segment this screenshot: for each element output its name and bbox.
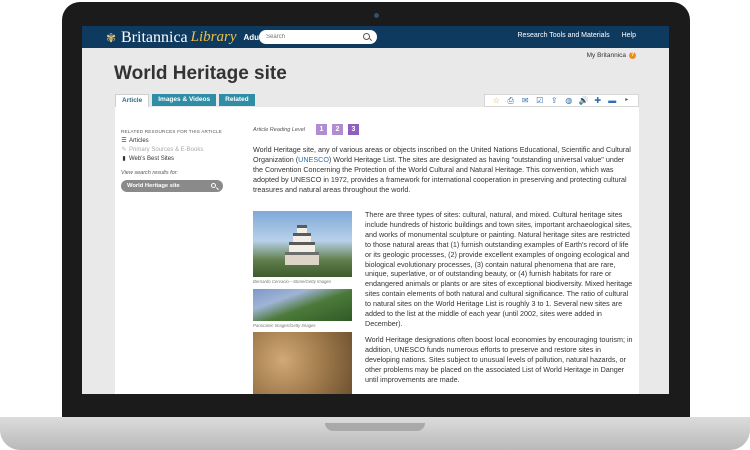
search-icon[interactable] — [363, 33, 370, 40]
tab-article[interactable]: Article — [115, 94, 150, 107]
sidebar-item-label: Primary Sources & E-Books — [129, 146, 204, 153]
tab-images-videos[interactable]: Images & Videos — [152, 94, 217, 106]
edit-icon: ✎ — [121, 147, 127, 153]
reading-level-2[interactable]: 2 — [331, 124, 343, 135]
article-tabs: Article Images & Videos Related — [115, 94, 255, 107]
nav-help[interactable]: Help — [622, 32, 636, 39]
image-caption: Bernardo Cervacio—Stone/Getty Images — [253, 279, 332, 284]
email-icon[interactable]: ✉ — [521, 96, 530, 105]
logo-library: Library — [190, 29, 237, 45]
sidebar-item-primary-sources[interactable]: ✎ Primary Sources & E-Books — [121, 146, 241, 154]
sidebar-item-label: Web's Best Sites — [129, 155, 175, 162]
article-intro: World Heritage site, any of various area… — [253, 145, 633, 195]
sidebar-item-webs-best-sites[interactable]: ▮ Web's Best Sites — [121, 155, 241, 163]
next-icon[interactable]: ▸ — [622, 96, 631, 105]
search-results-pill[interactable]: World Heritage site — [121, 180, 223, 192]
screen: ✾ Britannica Library Adult Research Tool… — [82, 26, 669, 394]
reading-level-selector: Article Reading Level 1 2 3 — [253, 124, 359, 135]
webcam — [374, 13, 379, 18]
sidebar-item-label: Articles — [129, 137, 149, 144]
help-circle-icon[interactable]: ? — [629, 52, 636, 59]
landscape-image[interactable] — [253, 289, 352, 321]
page-title: World Heritage site — [114, 63, 287, 84]
my-britannica-link[interactable]: My Britannica ? — [587, 52, 636, 59]
castle-illustration — [285, 225, 319, 265]
search-pill-label: World Heritage site — [127, 183, 180, 189]
castle-image[interactable] — [253, 211, 352, 277]
globe-icon[interactable]: ◍ — [564, 96, 573, 105]
article-toolbar: ☆ ⎙ ✉ ☑ ⇪ ◍ 🔊 ✚ ▬ ▸ — [484, 94, 639, 107]
view-search-results-label: View search results for: — [121, 170, 179, 176]
reading-level-3[interactable]: 3 — [347, 124, 359, 135]
tab-related[interactable]: Related — [219, 94, 255, 106]
cave-painting-image[interactable] — [253, 332, 352, 394]
top-nav-bar: ✾ Britannica Library Adult Research Tool… — [82, 26, 669, 48]
reading-level-label: Article Reading Level — [253, 126, 305, 133]
britannica-logo[interactable]: ✾ Britannica Library Adult — [104, 29, 264, 46]
laptop-base — [0, 417, 750, 450]
bookmark-icon: ▮ — [122, 156, 126, 162]
unesco-link[interactable]: UNESCO — [298, 155, 329, 164]
search-input[interactable] — [259, 30, 377, 44]
nav-research-tools[interactable]: Research Tools and Materials — [518, 32, 610, 39]
top-nav-links: Research Tools and Materials Help — [518, 32, 637, 39]
article-paragraph: World Heritage designations often boost … — [365, 335, 633, 384]
share-icon[interactable]: ⇪ — [550, 96, 559, 105]
list-icon: ☰ — [121, 138, 127, 144]
reading-level-1[interactable]: 1 — [315, 124, 327, 135]
cite-icon[interactable]: ☑ — [535, 96, 544, 105]
star-icon[interactable]: ☆ — [492, 96, 501, 105]
zoom-out-icon[interactable]: ▬ — [608, 96, 617, 105]
thistle-logo-icon: ✾ — [105, 30, 117, 45]
laptop-notch — [325, 423, 425, 431]
content-panel: RELATED RESOURCES FOR THIS ARTICLE ☰ Art… — [115, 107, 639, 394]
image-caption: Panoramic Images/Getty Images — [253, 323, 316, 328]
search-icon — [211, 183, 216, 188]
related-resources-sidebar: RELATED RESOURCES FOR THIS ARTICLE ☰ Art… — [121, 129, 241, 192]
audio-icon[interactable]: 🔊 — [579, 96, 589, 105]
my-britannica-label: My Britannica — [586, 52, 626, 59]
sidebar-item-articles[interactable]: ☰ Articles — [121, 137, 241, 145]
print-icon[interactable]: ⎙ — [506, 96, 515, 105]
logo-text: Britannica — [121, 28, 188, 46]
zoom-in-icon[interactable]: ✚ — [593, 96, 602, 105]
related-resources-heading: RELATED RESOURCES FOR THIS ARTICLE — [121, 129, 222, 134]
article-paragraph: There are three types of sites: cultural… — [365, 210, 633, 328]
